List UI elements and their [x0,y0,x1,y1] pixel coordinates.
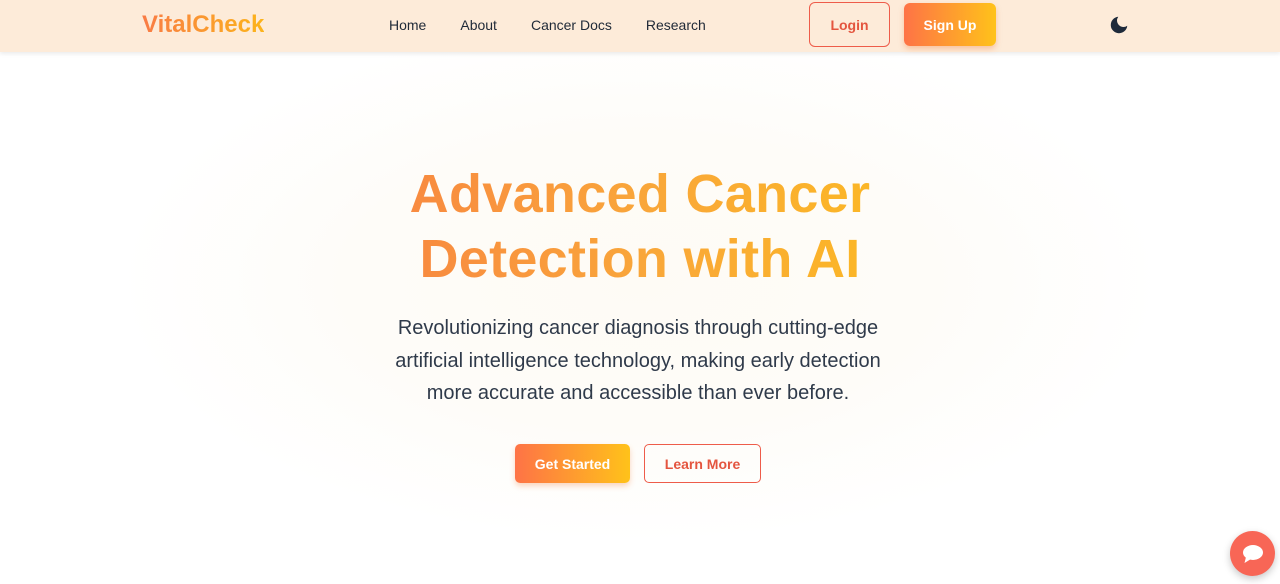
moon-icon [1110,16,1128,34]
navbar: VitalCheck Home About Cancer Docs Resear… [0,0,1280,52]
brand-logo[interactable]: VitalCheck [142,12,264,38]
learn-more-button[interactable]: Learn More [644,444,761,483]
nav-link-about[interactable]: About [460,17,497,33]
nav-link-cancer-docs[interactable]: Cancer Docs [531,17,612,33]
chat-button[interactable] [1230,531,1275,576]
chat-bubble-icon [1242,544,1263,563]
nav-link-home[interactable]: Home [389,17,426,33]
hero-title-line-1: Advanced Cancer [409,164,871,224]
signup-button[interactable]: Sign Up [904,3,996,46]
login-button[interactable]: Login [809,2,890,47]
hero-subtitle: Revolutionizing cancer diagnosis through… [395,317,881,404]
theme-toggle-button[interactable] [1108,14,1130,36]
nav-links: Home About Cancer Docs Research [389,0,706,50]
hero-title-line-2: Detection with AI [419,229,861,289]
hero-title: Advanced Cancer Detection with AI [240,162,1040,292]
nav-link-research[interactable]: Research [646,17,706,33]
get-started-button[interactable]: Get Started [515,444,630,483]
